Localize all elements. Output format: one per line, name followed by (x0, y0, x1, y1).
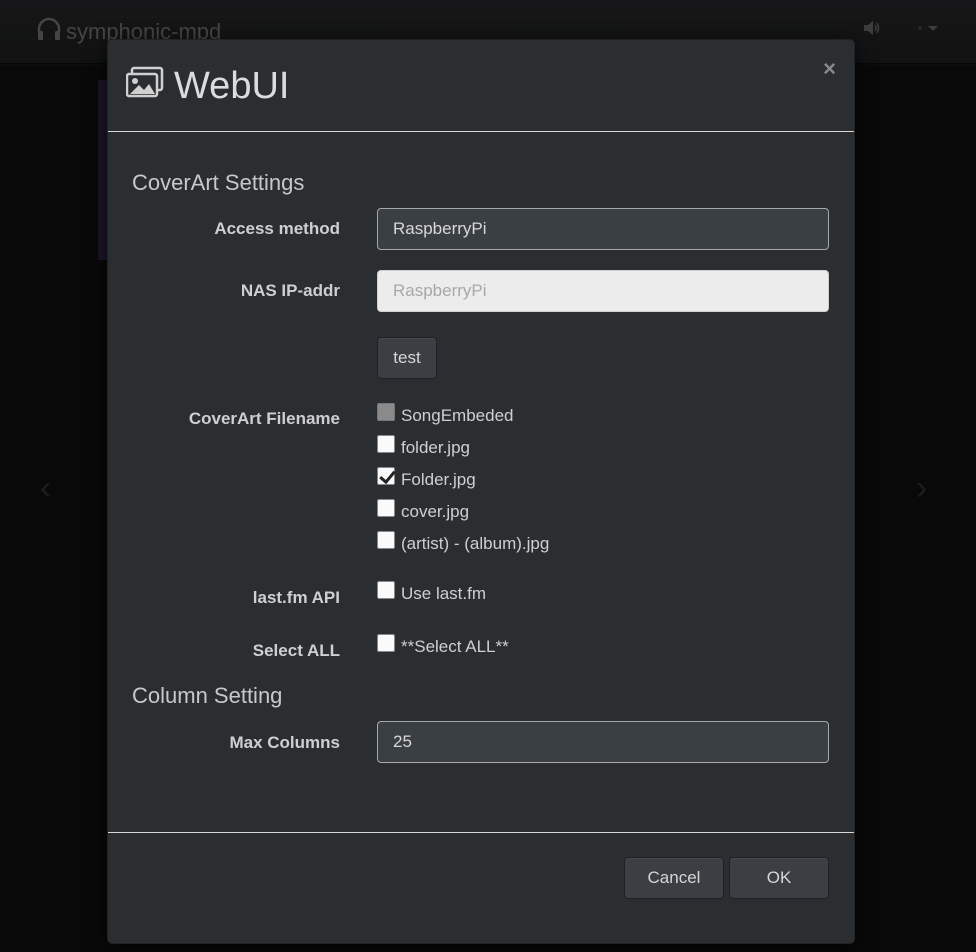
close-button[interactable]: × (823, 56, 836, 82)
option-select-all[interactable]: **Select ALL** (377, 634, 509, 657)
option-use-lastfm[interactable]: Use last.fm (377, 581, 487, 604)
column-section-title: Column Setting (132, 683, 283, 708)
select-all-label: Select ALL (252, 641, 340, 660)
coverart-filename-label: CoverArt Filename (188, 409, 340, 428)
option-label: SongEmbeded (401, 406, 514, 425)
option-label: Use last.fm (401, 584, 487, 603)
max-columns-input[interactable]: 25 (377, 721, 829, 763)
nas-ip-label: NAS IP-addr (240, 281, 340, 300)
songembeded-checkbox[interactable] (377, 403, 395, 421)
footer-divider (108, 832, 854, 833)
webui-settings-modal: WebUI × CoverArt Settings Access method … (107, 39, 855, 944)
artist-album-checkbox[interactable] (377, 531, 395, 549)
option-cover[interactable]: cover.jpg (377, 499, 470, 522)
coverart-section-title: CoverArt Settings (132, 170, 305, 195)
nas-ip-input[interactable]: RaspberryPi (377, 270, 829, 312)
option-folder-upper[interactable]: Folder.jpg (377, 467, 476, 490)
max-columns-label: Max Columns (229, 733, 340, 752)
ok-button[interactable]: OK (729, 857, 829, 899)
cancel-button[interactable]: Cancel (624, 857, 724, 899)
option-folder-lower[interactable]: folder.jpg (377, 435, 470, 458)
option-label: (artist) - (album).jpg (401, 534, 550, 553)
modal-title-text: WebUI (174, 65, 290, 107)
access-method-select[interactable]: RaspberryPi (377, 208, 829, 250)
folder-lower-checkbox[interactable] (377, 435, 395, 453)
option-label: **Select ALL** (401, 637, 509, 656)
option-artist-album[interactable]: (artist) - (album).jpg (377, 531, 550, 554)
option-label: cover.jpg (401, 502, 470, 521)
option-songembeded[interactable]: SongEmbeded (377, 403, 514, 426)
select-all-checkbox[interactable] (377, 634, 395, 652)
folder-upper-checkbox[interactable] (377, 467, 395, 485)
images-icon (125, 65, 164, 108)
modal-title: WebUI (125, 65, 290, 108)
cover-checkbox[interactable] (377, 499, 395, 517)
option-label: folder.jpg (401, 438, 470, 457)
option-label: Folder.jpg (401, 470, 476, 489)
modal-header: WebUI × (108, 40, 854, 132)
test-button[interactable]: test (377, 337, 437, 379)
lastfm-label: last.fm API (252, 588, 340, 607)
access-method-label: Access method (214, 219, 340, 238)
lastfm-checkbox[interactable] (377, 581, 395, 599)
